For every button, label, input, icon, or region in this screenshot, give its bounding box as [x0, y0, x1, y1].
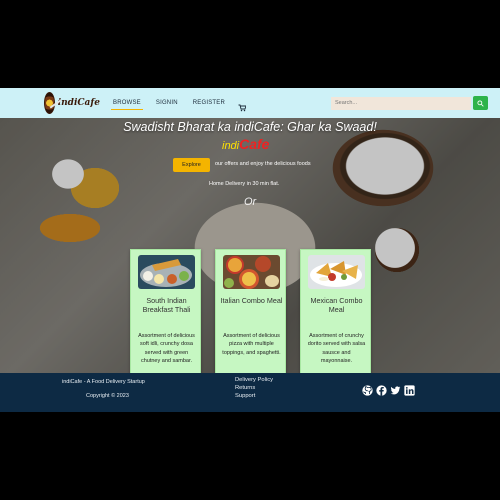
twitter-icon[interactable] [390, 385, 401, 396]
search-input[interactable] [331, 96, 471, 110]
card-title: South Indian Breakfast Thali [142, 296, 191, 315]
hero-brand-cafe: Cafe [239, 136, 270, 152]
page-frame: indiCafe BROWSE SIGNIN REGISTER Swadisht… [0, 88, 500, 412]
hero-section: Swadisht Bharat ka indiCafe: Ghar ka Swa… [0, 118, 500, 395]
search-icon [477, 99, 484, 107]
nav-link-signin[interactable]: SIGNIN [154, 97, 180, 109]
hero-title: Swadisht Bharat ka indiCafe: Ghar ka Swa… [123, 120, 377, 134]
cart-icon[interactable] [238, 99, 247, 112]
social-links [362, 385, 415, 396]
card-title: Mexican Combo Meal [310, 296, 363, 315]
brand-name: indiCafe [57, 98, 100, 108]
footer-company: indiCafe - A Food Delivery Startup [62, 379, 145, 385]
search-bar [331, 96, 488, 110]
navbar: indiCafe BROWSE SIGNIN REGISTER [0, 88, 500, 118]
nav-link-browse[interactable]: BROWSE [111, 97, 143, 110]
footer-link-support[interactable]: Support [235, 393, 255, 399]
card-image-thali [138, 255, 195, 289]
card-description: Assortment of delicious soft idli, crunc… [138, 333, 195, 364]
footer-link-delivery-policy[interactable]: Delivery Policy [235, 377, 273, 383]
card-description: Assortment of crunchy dorito served with… [307, 333, 366, 364]
logo-icon [44, 92, 55, 114]
card-image-pizza [223, 255, 280, 289]
footer-link-returns[interactable]: Returns [235, 385, 255, 391]
or-divider: Or [244, 196, 257, 208]
card-title: Italian Combo Meal [220, 296, 283, 305]
delivery-caption: Home Delivery in 30 min flat. [209, 181, 280, 187]
facebook-icon[interactable] [376, 385, 387, 396]
linkedin-icon[interactable] [404, 385, 415, 396]
search-button[interactable] [473, 96, 488, 110]
brand-logo[interactable]: indiCafe [44, 91, 100, 115]
explore-caption: our offers and enjoy the delicious foods [215, 161, 311, 167]
github-icon[interactable] [362, 385, 373, 396]
hero-brand: indiCafe [222, 136, 269, 152]
footer: indiCafe - A Food Delivery Startup Copyr… [0, 373, 500, 412]
card-description: Assortment of delicious pizza with multi… [222, 333, 281, 356]
footer-copyright: Copyright © 2023 [86, 393, 129, 399]
nav-link-register[interactable]: REGISTER [191, 97, 227, 109]
card-image-nachos [308, 255, 365, 289]
explore-button[interactable]: Explore [173, 158, 210, 172]
hero-brand-indi: indi [222, 140, 240, 152]
